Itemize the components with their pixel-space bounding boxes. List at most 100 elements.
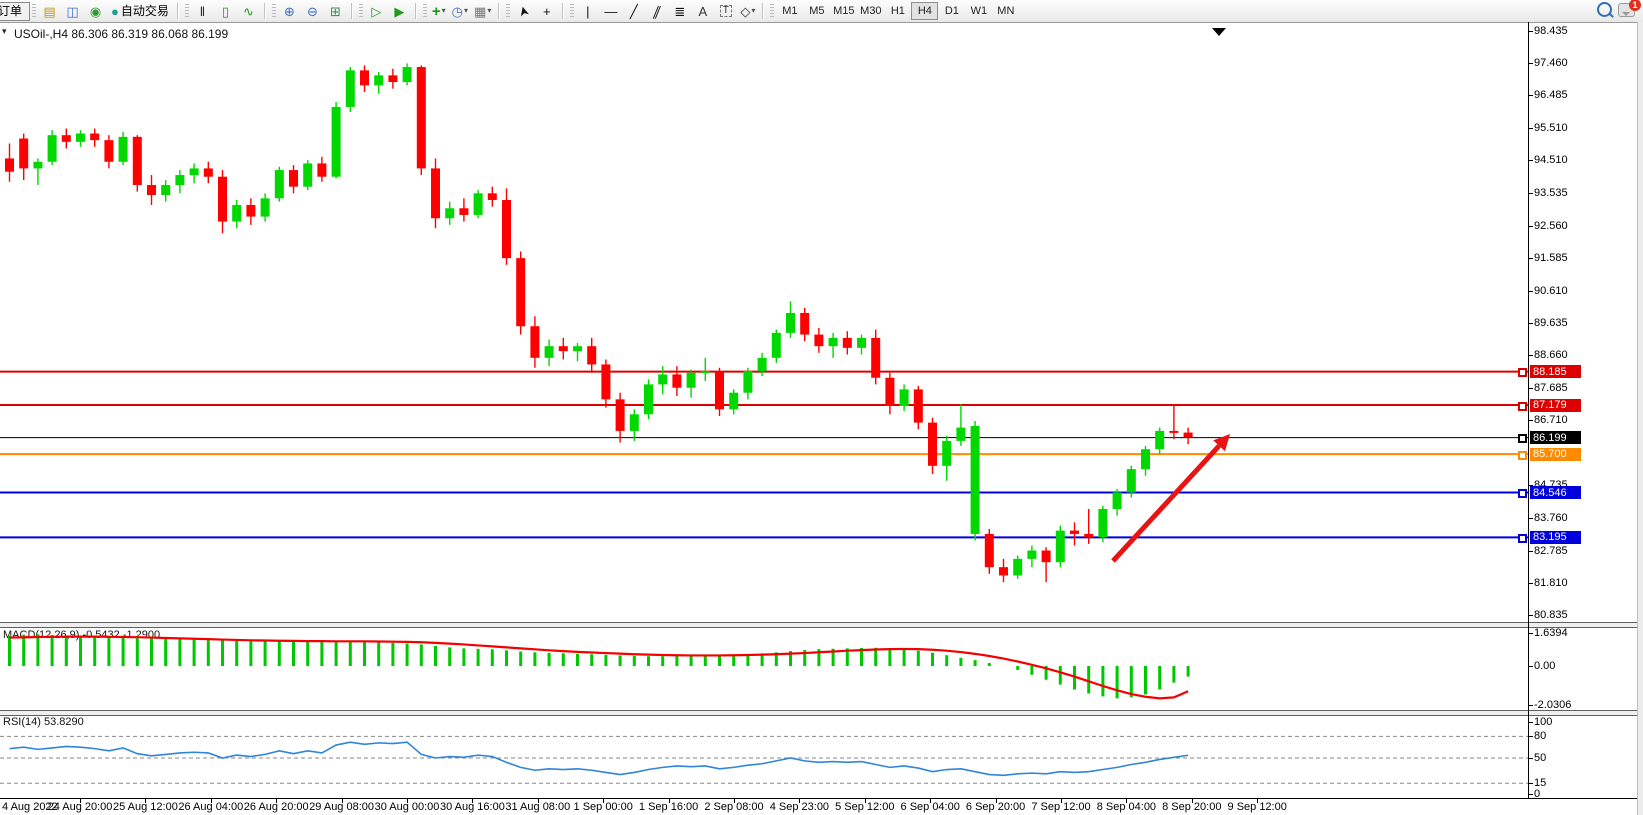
macd-label: MACD(12,26,9) -0.5432 -1.2900 (3, 629, 160, 641)
dropdown-arrow-icon[interactable]: ▾ (464, 7, 468, 15)
time-axis-border (0, 798, 1643, 799)
price-axis-tick (1528, 615, 1533, 616)
crosshair-icon[interactable]: + (535, 2, 558, 21)
auto-scroll-icon[interactable]: ▶ (388, 2, 411, 21)
time-axis-label: 8 Sep 20:00 (1162, 801, 1221, 813)
chart-shift-icon[interactable]: ▷ (365, 2, 388, 21)
candle-body (516, 258, 525, 326)
candle-body (90, 134, 99, 141)
zoom-in-icon[interactable]: ⊕ (278, 2, 301, 21)
price-axis-label: 94.510 (1534, 154, 1568, 166)
horizontal-line-icon[interactable]: — (599, 2, 622, 21)
price-axis-tick (1528, 388, 1533, 389)
chart-menu-caret[interactable]: ▾ (2, 26, 7, 37)
chart-window-icon[interactable]: ◫ (61, 2, 84, 21)
channel-icon[interactable]: ∥ (645, 2, 668, 21)
candle-body (786, 313, 795, 333)
price-line-handle[interactable] (1518, 451, 1527, 460)
rsi-panel-splitter[interactable] (0, 710, 1643, 716)
vertical-line-icon[interactable]: | (576, 2, 599, 21)
periods-icon[interactable]: ◷▾ (449, 2, 471, 21)
orders-button[interactable]: 订单 (0, 2, 30, 21)
candle-body (559, 346, 568, 351)
timeframe-button-m5[interactable]: M5 (803, 2, 830, 20)
indicators-icon[interactable]: +▾ (429, 2, 449, 21)
new-order-icon[interactable]: ▤ (38, 2, 61, 21)
bar-chart-icon[interactable]: ‖ (191, 2, 214, 21)
chart-shift-marker[interactable] (1212, 28, 1226, 36)
rsi-axis-label: 100 (1534, 716, 1552, 728)
timeframe-button-h4[interactable]: H4 (911, 2, 938, 20)
shapes-icon[interactable]: ◇▾ (737, 2, 758, 21)
candle-body (76, 134, 85, 142)
search-icon[interactable] (1597, 2, 1612, 17)
price-axis-border (1528, 22, 1529, 799)
price-line-handle[interactable] (1518, 534, 1527, 543)
time-axis-label: 30 Aug 00:00 (375, 801, 440, 813)
toolbar-drag-handle (32, 4, 36, 19)
candle-body (190, 168, 199, 175)
autotrade-button[interactable]: ●自动交易 (107, 2, 173, 21)
zoom-out-icon[interactable]: ⊖ (301, 2, 324, 21)
candle-body (346, 70, 355, 107)
macd-axis-tick (1528, 633, 1533, 634)
timeframe-button-m1[interactable]: M1 (776, 2, 803, 20)
candle-body (857, 338, 866, 348)
autotrade-label: 自动交易 (121, 5, 169, 17)
chart-title: USOil-,H4 86.306 86.319 86.068 86.199 (14, 27, 228, 41)
price-line-label-88.185: 88.185 (1530, 365, 1581, 378)
candle-body (1042, 551, 1051, 563)
cursor-icon[interactable]: ➤ (512, 2, 535, 21)
dropdown-arrow-icon[interactable]: ▾ (751, 7, 755, 15)
price-axis-label: 96.485 (1534, 89, 1568, 101)
candlestick-chart-icon[interactable]: ▯ (214, 2, 237, 21)
label-icon[interactable]: T (714, 2, 737, 21)
price-axis-label: 97.460 (1534, 57, 1568, 69)
price-axis-label: 80.835 (1534, 609, 1568, 621)
dropdown-arrow-icon[interactable]: ▾ (442, 7, 446, 15)
macd-axis-label: 1.6394 (1534, 627, 1568, 639)
tile-windows-icon[interactable]: ⊞ (324, 2, 347, 21)
dropdown-arrow-icon[interactable]: ▾ (487, 7, 491, 15)
candle-body (814, 335, 823, 347)
time-axis-label: 1 Sep 16:00 (639, 801, 698, 813)
candle-body (985, 534, 994, 567)
time-axis-label: 26 Aug 20:00 (244, 801, 309, 813)
toolbar-separator (264, 3, 266, 19)
timeframe-button-m30[interactable]: M30 (857, 2, 884, 20)
macd-panel-splitter[interactable] (0, 622, 1643, 628)
candle-body (772, 333, 781, 358)
price-line-handle[interactable] (1518, 368, 1527, 377)
rsi-axis-tick (1528, 794, 1533, 795)
rsi-axis-tick (1528, 736, 1533, 737)
toolbar: 订单▤◫◉●自动交易‖▯∿⊕⊖⊞▷▶+▾◷▾▦▾➤+|—╱∥≣AT◇▾M1M5M… (0, 0, 1643, 23)
price-line-handle[interactable] (1518, 489, 1527, 498)
candle-body (1084, 534, 1093, 537)
price-axis-tick (1528, 355, 1533, 356)
notifications-icon[interactable]: 1 (1618, 3, 1635, 17)
trendline-icon[interactable]: ╱ (622, 2, 645, 21)
price-line-handle[interactable] (1518, 434, 1527, 443)
signal-icon[interactable]: ◉ (84, 2, 107, 21)
timeframe-button-m15[interactable]: M15 (830, 2, 857, 20)
candle-body (900, 389, 909, 406)
timeframe-button-d1[interactable]: D1 (938, 2, 965, 20)
trend-arrow[interactable] (1113, 434, 1230, 561)
candle-body (573, 346, 582, 351)
candle-body (829, 338, 838, 346)
price-line-handle[interactable] (1518, 402, 1527, 411)
toolbar-drag-handle (423, 4, 427, 19)
text-icon[interactable]: A (691, 2, 714, 21)
macd-axis-tick (1528, 705, 1533, 706)
timeframe-button-h1[interactable]: H1 (884, 2, 911, 20)
templates-icon[interactable]: ▦▾ (471, 2, 494, 21)
timeframe-button-mn[interactable]: MN (992, 2, 1019, 20)
candle-body (1184, 433, 1193, 438)
candle-body (1056, 531, 1065, 563)
price-axis-label: 82.785 (1534, 545, 1568, 557)
line-chart-icon[interactable]: ∿ (237, 2, 260, 21)
candle-body (1070, 531, 1079, 534)
rsi-axis-label: 0 (1534, 788, 1540, 800)
timeframe-button-w1[interactable]: W1 (965, 2, 992, 20)
fibonacci-icon[interactable]: ≣ (668, 2, 691, 21)
